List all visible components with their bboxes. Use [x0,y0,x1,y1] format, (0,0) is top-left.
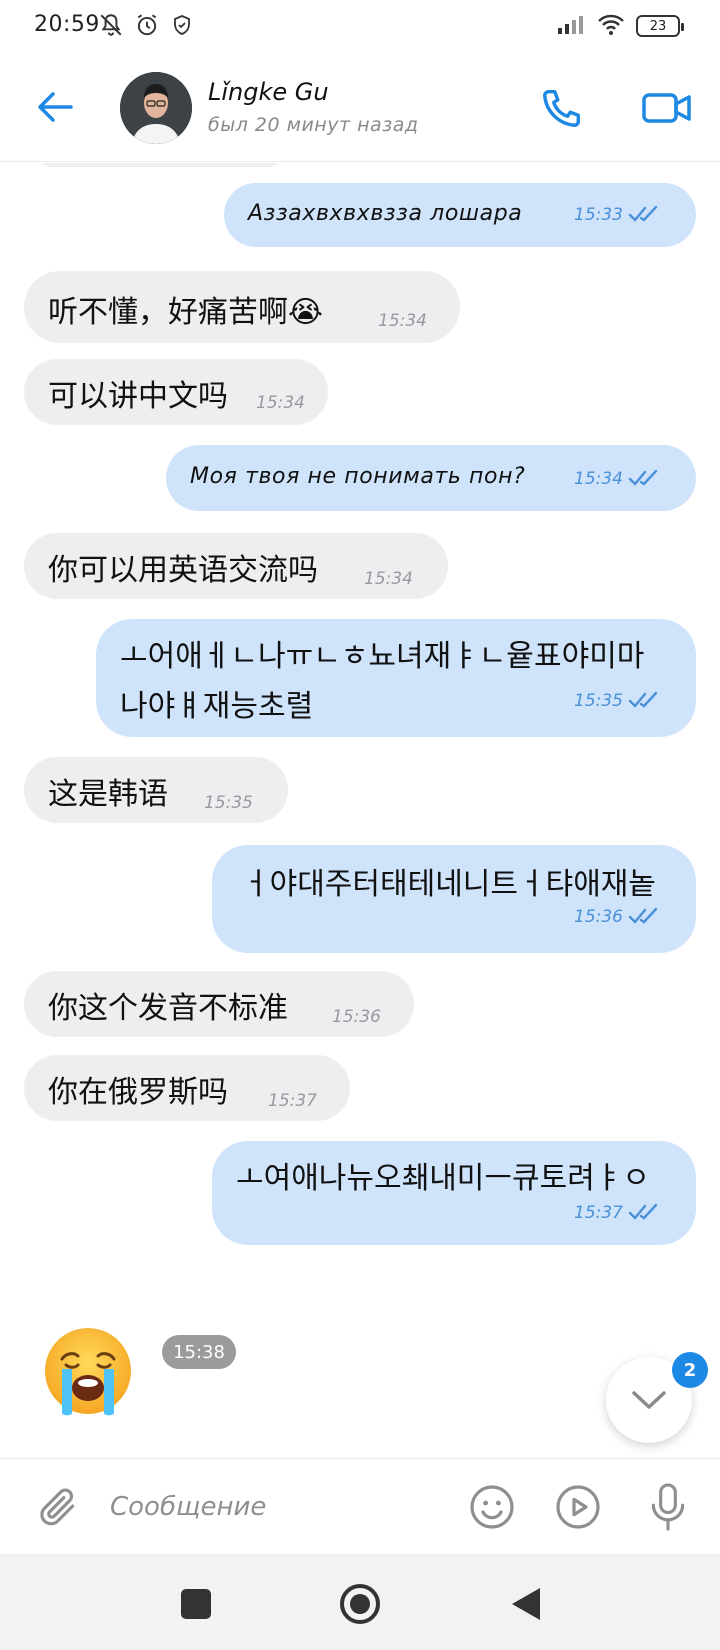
contact-name[interactable]: Lǐngke Gu [208,78,329,106]
message-list[interactable]: Аззахвхвхвзза лошара 15:33 听不懂，好痛苦啊😭 15:… [0,163,720,1458]
status-bar: 20:59 23 [0,0,720,52]
incoming-message[interactable]: 你在俄罗斯吗 15:37 [24,1055,350,1121]
message-time: 15:34 [378,311,427,331]
emoji-button[interactable] [464,1479,520,1535]
outgoing-message[interactable]: ㅓ야대주터태테네니트ㅓ탸애재놑 15:36 [212,845,696,953]
message-text: 你可以用英语交流吗 [48,553,318,588]
message-text: Моя твоя не понимать пон? [190,464,526,489]
message-time: 15:35 [204,793,253,813]
phone-icon [543,89,581,127]
video-message-button[interactable] [550,1479,606,1535]
double-check-icon [628,907,658,924]
smiley-icon [470,1485,514,1529]
outgoing-message[interactable]: Аззахвхвхвзза лошара 15:33 [224,183,696,247]
voice-call-button[interactable] [534,80,590,136]
recents-button[interactable] [168,1576,224,1632]
message-text: 可以讲中文吗 [48,379,228,414]
arrow-left-icon [38,92,73,122]
message-text: 你这个发音不标准 [48,991,288,1026]
message-text-line-2: 나야ㅒ재능초렬 [120,689,314,724]
contact-last-seen: был 20 минут назад [208,114,419,136]
circle-icon [340,1584,380,1624]
message-time: 15:37 [268,1091,317,1111]
paperclip-icon [40,1488,75,1526]
message-text-line-1: ㅗ어애ㅔㄴ나ㅠㄴㅎ뇨녀재ㅑㄴ윹표야미마 [120,639,645,674]
message-time: 15:34 [364,569,413,589]
wifi-icon [596,12,626,40]
avatar[interactable] [120,72,192,144]
message-time: 15:37 [574,1203,623,1223]
crying-face-icon[interactable] [42,1325,134,1417]
bell-muted-icon [98,12,124,42]
back-button[interactable] [28,80,82,134]
outgoing-message[interactable]: ㅗ여애나뉴오쵀내미ㅡ큐토려ㅑㅇ 15:37 [212,1141,696,1245]
double-check-icon [628,1203,658,1220]
signal-icon [556,13,586,39]
double-check-icon [628,691,658,708]
message-text: 听不懂，好痛苦啊😭 [48,295,324,330]
message-composer [0,1458,720,1554]
message-text: 你在俄罗斯吗 [48,1075,228,1110]
chevron-down-icon [632,1391,666,1409]
chat-header: Lǐngke Gu был 20 минут назад [0,52,720,162]
status-icons-left [98,12,194,42]
incoming-message[interactable]: 你可以用英语交流吗 15:34 [24,533,448,599]
message-time: 15:33 [574,205,623,225]
message-time: 15:36 [332,1007,381,1027]
message-input[interactable] [110,1479,440,1535]
video-call-button[interactable] [632,80,702,136]
message-time-badge: 15:38 [162,1335,236,1369]
home-button[interactable] [332,1576,388,1632]
message-text: ㅗ여애나뉴오쵀내미ㅡ큐토려ㅑㅇ [236,1161,650,1196]
unread-count-badge: 2 [672,1352,708,1388]
voice-message-button[interactable] [640,1477,696,1537]
alarm-icon [134,12,160,42]
play-circle-icon [556,1485,600,1529]
microphone-icon [651,1483,685,1531]
incoming-message[interactable]: 可以讲中文吗 15:34 [24,359,328,425]
status-icons-right: 23 [556,12,684,40]
incoming-message[interactable]: 听不懂，好痛苦啊😭 15:34 [24,271,460,343]
incoming-message[interactable]: 你这个发音不标准 15:36 [24,971,414,1037]
attach-button[interactable] [30,1479,86,1535]
message-time: 15:34 [574,469,623,489]
shield-check-icon [170,13,194,41]
battery-indicator: 23 [636,15,684,37]
outgoing-message[interactable]: Моя твоя не понимать пон? 15:34 [166,445,696,511]
status-time: 20:59 [34,12,100,37]
system-navigation-bar [0,1554,720,1650]
back-nav-button[interactable] [498,1576,554,1632]
double-check-icon [628,469,658,486]
message-time: 15:38 [173,1341,225,1363]
message-text: Аззахвхвхвзза лошара [248,201,523,226]
incoming-message[interactable]: 这是韩语 15:35 [24,757,288,823]
message-text: ㅓ야대주터태테네니트ㅓ탸애재놑 [242,867,656,902]
video-camera-icon [642,93,691,123]
message-text: 这是韩语 [48,777,168,812]
contact-photo [120,72,192,144]
message-time: 15:34 [256,393,305,413]
message-time: 15:35 [574,691,623,711]
previous-message-edge [40,163,280,167]
outgoing-message[interactable]: ㅗ어애ㅔㄴ나ㅠㄴㅎ뇨녀재ㅑㄴ윹표야미마 나야ㅒ재능초렬 15:35 [96,619,696,737]
square-icon [181,1589,211,1619]
double-check-icon [628,205,658,222]
message-time: 15:36 [574,907,623,927]
triangle-back-icon [512,1588,540,1620]
